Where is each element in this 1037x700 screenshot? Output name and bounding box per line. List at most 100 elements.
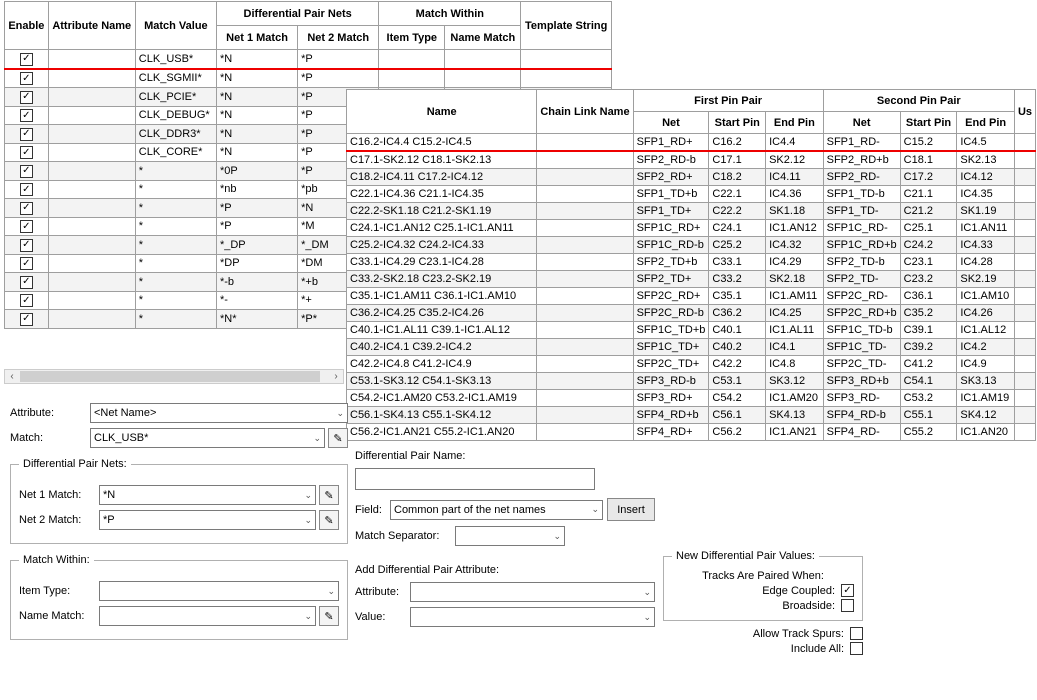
cell-second-net[interactable]: SFP2_TD-b: [823, 254, 900, 271]
cell-first-end[interactable]: IC4.25: [766, 305, 824, 322]
cell-first-start[interactable]: C54.2: [709, 390, 766, 407]
cell-use[interactable]: [1014, 424, 1035, 441]
cell-chain[interactable]: [537, 322, 633, 339]
cell-first-net[interactable]: SFP1C_TD+b: [633, 322, 709, 339]
cell-second-start[interactable]: C54.1: [900, 373, 957, 390]
scroll-left-icon[interactable]: ‹: [5, 370, 19, 383]
cell-second-net[interactable]: SFP1_TD-: [823, 203, 900, 220]
cell-use[interactable]: [1014, 407, 1035, 424]
cell-first-start[interactable]: C40.2: [709, 339, 766, 356]
cell-chain[interactable]: [537, 203, 633, 220]
table-row[interactable]: C56.2-IC1.AN21 C55.2-IC1.AN20SFP4_RD+C56…: [347, 424, 1036, 441]
pin-pairs-table[interactable]: Name Chain Link Name First Pin Pair Seco…: [346, 89, 1036, 441]
cell-net1[interactable]: *N: [216, 125, 297, 144]
cell-use[interactable]: [1014, 356, 1035, 373]
cell-attr-name[interactable]: [48, 291, 135, 310]
cell-name[interactable]: C16.2-IC4.4 C15.2-IC4.5: [347, 134, 537, 152]
enable-checkbox[interactable]: [20, 91, 33, 104]
enable-checkbox[interactable]: [20, 239, 33, 252]
table-row[interactable]: C18.2-IC4.11 C17.2-IC4.12SFP2_RD+C18.2IC…: [347, 169, 1036, 186]
cell-first-net[interactable]: SFP1_RD+: [633, 134, 709, 152]
cell-match-value[interactable]: CLK_CORE*: [135, 143, 216, 162]
cell-first-end[interactable]: IC1.AN12: [766, 220, 824, 237]
cell-attr-name[interactable]: [48, 88, 135, 107]
cell-net1[interactable]: *P: [216, 199, 297, 218]
attribute-select[interactable]: <Net Name> ⌄: [90, 403, 348, 423]
cell-net1[interactable]: *N: [216, 143, 297, 162]
cell-first-end[interactable]: IC4.8: [766, 356, 824, 373]
cell-second-end[interactable]: SK4.12: [957, 407, 1015, 424]
table-row[interactable]: C17.1-SK2.12 C18.1-SK2.13SFP2_RD-bC17.1S…: [347, 151, 1036, 169]
cell-attr-name[interactable]: [48, 180, 135, 199]
cell-first-start[interactable]: C16.2: [709, 134, 766, 152]
cell-first-start[interactable]: C17.1: [709, 151, 766, 169]
cell-attr-name[interactable]: [48, 125, 135, 144]
cell-second-start[interactable]: C23.1: [900, 254, 957, 271]
table-row[interactable]: C33.1-IC4.29 C23.1-IC4.28SFP2_TD+bC33.1I…: [347, 254, 1036, 271]
cell-second-net[interactable]: SFP3_RD+b: [823, 373, 900, 390]
col-second-pin-pair[interactable]: Second Pin Pair: [823, 90, 1014, 112]
enable-checkbox[interactable]: [20, 128, 33, 141]
table-row[interactable]: C40.2-IC4.1 C39.2-IC4.2SFP1C_TD+C40.2IC4…: [347, 339, 1036, 356]
cell-first-end[interactable]: IC4.29: [766, 254, 824, 271]
cell-chain[interactable]: [537, 305, 633, 322]
cell-name[interactable]: C54.2-IC1.AM20 C53.2-IC1.AM19: [347, 390, 537, 407]
cell-use[interactable]: [1014, 390, 1035, 407]
col-name-match[interactable]: Name Match: [445, 26, 521, 50]
cell-second-start[interactable]: C25.1: [900, 220, 957, 237]
name-match-wand-button[interactable]: ✎: [319, 606, 339, 626]
cell-second-end[interactable]: IC4.5: [957, 134, 1015, 152]
cell-second-start[interactable]: C18.1: [900, 151, 957, 169]
cell-name[interactable]: C22.2-SK1.18 C21.2-SK1.19: [347, 203, 537, 220]
cell-first-end[interactable]: IC4.36: [766, 186, 824, 203]
col-attr-name[interactable]: Attribute Name: [48, 2, 135, 50]
col-first-start[interactable]: Start Pin: [709, 112, 766, 134]
cell-chain[interactable]: [537, 254, 633, 271]
cell-net1[interactable]: *N: [216, 69, 297, 88]
cell-second-end[interactable]: SK2.19: [957, 271, 1015, 288]
cell-name[interactable]: C22.1-IC4.36 C21.1-IC4.35: [347, 186, 537, 203]
cell-use[interactable]: [1014, 151, 1035, 169]
cell-first-start[interactable]: C56.1: [709, 407, 766, 424]
cell-first-end[interactable]: SK3.12: [766, 373, 824, 390]
cell-match-value[interactable]: CLK_PCIE*: [135, 88, 216, 107]
enable-checkbox[interactable]: [20, 313, 33, 326]
cell-first-net[interactable]: SFP4_RD+b: [633, 407, 709, 424]
cell-second-net[interactable]: SFP1C_RD+b: [823, 237, 900, 254]
enable-checkbox[interactable]: [20, 183, 33, 196]
table-row[interactable]: C42.2-IC4.8 C41.2-IC4.9SFP2C_TD+C42.2IC4…: [347, 356, 1036, 373]
cell-chain[interactable]: [537, 339, 633, 356]
cell-second-start[interactable]: C41.2: [900, 356, 957, 373]
cell-name[interactable]: C40.1-IC1.AL11 C39.1-IC1.AL12: [347, 322, 537, 339]
include-all-checkbox[interactable]: [850, 642, 863, 655]
col-second-end[interactable]: End Pin: [957, 112, 1015, 134]
cell-match-value[interactable]: CLK_SGMII*: [135, 69, 216, 88]
cell-first-start[interactable]: C35.1: [709, 288, 766, 305]
cell-second-start[interactable]: C35.2: [900, 305, 957, 322]
cell-first-net[interactable]: SFP3_RD-b: [633, 373, 709, 390]
field-select[interactable]: Common part of the net names ⌄: [390, 500, 603, 520]
table-row[interactable]: C25.2-IC4.32 C24.2-IC4.33SFP1C_RD-bC25.2…: [347, 237, 1036, 254]
cell-attr-name[interactable]: [48, 69, 135, 88]
cell-name[interactable]: C24.1-IC1.AN12 C25.1-IC1.AN11: [347, 220, 537, 237]
cell-second-start[interactable]: C15.2: [900, 134, 957, 152]
allow-spurs-checkbox[interactable]: [850, 627, 863, 640]
table-row[interactable]: CLK_USB**N*P: [5, 50, 612, 69]
cell-first-net[interactable]: SFP2C_RD+: [633, 288, 709, 305]
cell-use[interactable]: [1014, 169, 1035, 186]
cell-second-start[interactable]: C23.2: [900, 271, 957, 288]
cell-chain[interactable]: [537, 151, 633, 169]
cell-name-match[interactable]: [445, 69, 521, 88]
cell-second-end[interactable]: IC4.35: [957, 186, 1015, 203]
cell-first-end[interactable]: IC1.AL11: [766, 322, 824, 339]
enable-checkbox[interactable]: [20, 220, 33, 233]
cell-chain[interactable]: [537, 407, 633, 424]
cell-match-value[interactable]: *: [135, 273, 216, 292]
cell-second-end[interactable]: IC1.AM10: [957, 288, 1015, 305]
cell-second-net[interactable]: SFP2C_RD+b: [823, 305, 900, 322]
match-select[interactable]: CLK_USB* ⌄: [90, 428, 325, 448]
cell-first-start[interactable]: C22.1: [709, 186, 766, 203]
cell-chain[interactable]: [537, 390, 633, 407]
col-net2-match[interactable]: Net 2 Match: [298, 26, 379, 50]
col-first-pin-pair[interactable]: First Pin Pair: [633, 90, 823, 112]
